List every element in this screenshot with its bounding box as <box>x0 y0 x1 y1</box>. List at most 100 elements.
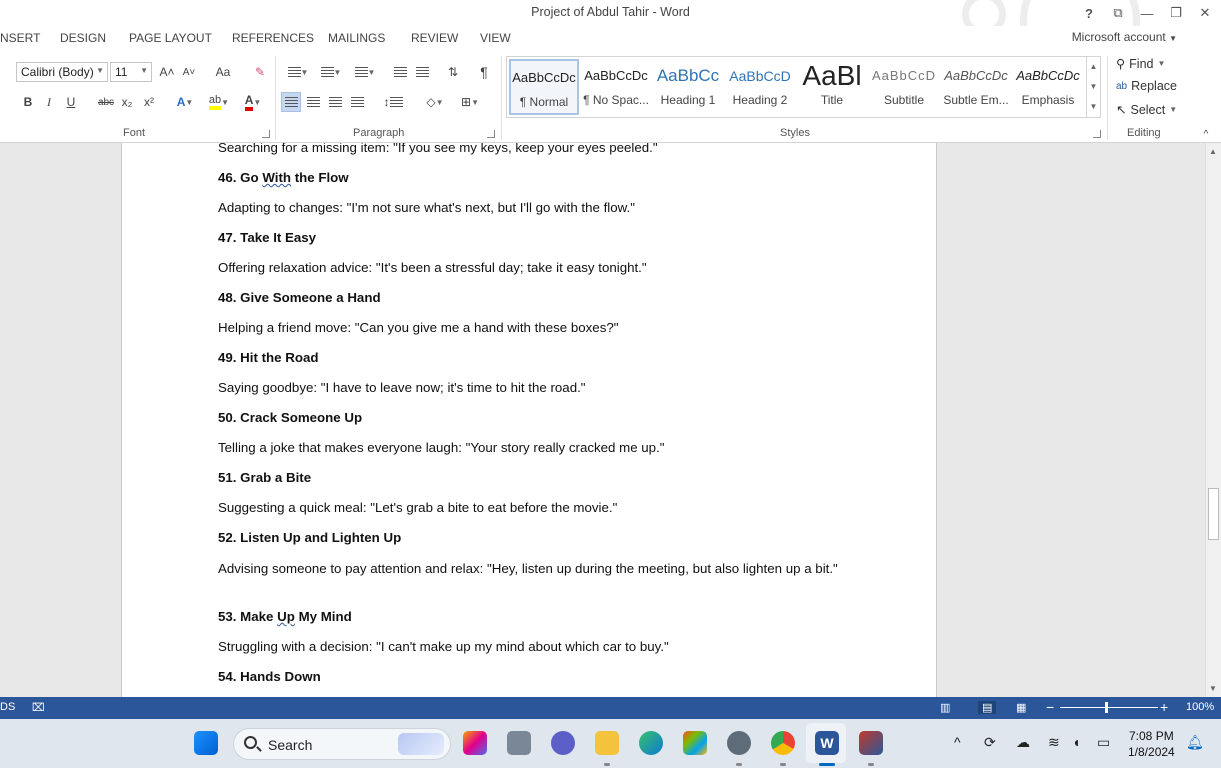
multilevel-list-icon[interactable]: ▼ <box>350 62 380 82</box>
numbering-icon[interactable]: ▼ <box>316 62 346 82</box>
highlight-color-icon[interactable]: ab ▼ <box>203 92 235 112</box>
body-paragraph[interactable]: Suggesting a quick meal: "Let's grab a b… <box>218 499 838 517</box>
body-paragraph[interactable]: Struggling with a decision: "I can't mak… <box>218 638 838 656</box>
copilot-icon[interactable] <box>463 731 487 755</box>
superscript-button[interactable]: x² <box>141 92 157 112</box>
notification-bell-icon[interactable]: 🔔︎ <box>1186 734 1204 751</box>
more-styles-icon[interactable]: ▼ <box>1087 97 1100 117</box>
increase-indent-icon[interactable] <box>413 62 431 82</box>
scroll-up-icon[interactable]: ▲ <box>1209 147 1217 156</box>
paragraph-dialog-launcher-icon[interactable] <box>487 130 495 138</box>
replace-button[interactable]: ab Replace <box>1116 79 1177 93</box>
align-left-icon[interactable] <box>281 92 301 112</box>
justify-icon[interactable] <box>347 92 367 112</box>
heading-paragraph[interactable]: 53. Make Up My Mind <box>218 608 838 626</box>
document-page[interactable]: Searching for a missing item: "If you se… <box>121 143 937 697</box>
font-name-combo[interactable]: Calibri (Body) ▼ <box>16 62 108 82</box>
scroll-down-icon[interactable]: ▼ <box>1209 684 1217 693</box>
text-effects-icon[interactable]: A ▼ <box>172 92 198 112</box>
heading-paragraph[interactable]: 49. Hit the Road <box>218 349 838 367</box>
zoom-slider-thumb[interactable] <box>1105 702 1108 713</box>
help-button[interactable]: ? <box>1075 2 1103 24</box>
tab-insert[interactable]: NSERT <box>0 31 40 45</box>
change-case-button[interactable]: Aa <box>208 62 238 82</box>
font-color-icon[interactable]: A ▼ <box>238 92 268 112</box>
chevron-down-icon[interactable]: ▼ <box>1087 77 1100 97</box>
scroll-thumb[interactable] <box>1208 488 1219 540</box>
bullets-icon[interactable]: ▼ <box>283 62 313 82</box>
tab-view[interactable]: VIEW <box>480 31 511 45</box>
heading-paragraph[interactable]: 51. Grab a Bite <box>218 469 838 487</box>
volume-icon[interactable]: ◖ <box>1072 734 1080 750</box>
sort-icon[interactable]: ⇅ <box>443 62 463 82</box>
heading-paragraph[interactable]: 48. Give Someone a Hand <box>218 289 838 307</box>
tab-page-layout[interactable]: PAGE LAYOUT <box>129 31 212 45</box>
underline-button[interactable]: U <box>63 92 79 112</box>
style-heading-1[interactable]: AaBbCc Heading 1 <box>653 59 723 115</box>
italic-button[interactable]: I <box>41 92 57 112</box>
shading-icon[interactable]: ◇ ▼ <box>420 92 450 112</box>
shrink-font-button[interactable]: A˅ <box>180 62 198 82</box>
clear-formatting-icon[interactable]: ✎ <box>250 62 270 82</box>
strikethrough-button[interactable]: abc <box>96 92 116 112</box>
wifi-icon[interactable]: ≋ <box>1048 734 1060 751</box>
zoom-level[interactable]: 100% <box>1186 701 1214 713</box>
taskbar-search[interactable]: Search <box>233 728 451 760</box>
styles-dialog-launcher-icon[interactable] <box>1093 130 1101 138</box>
heading-paragraph[interactable]: 50. Crack Someone Up <box>218 409 838 427</box>
store-icon[interactable] <box>683 731 707 755</box>
chevron-up-icon[interactable]: ▲ <box>1087 57 1100 77</box>
heading-paragraph[interactable]: 54. Hands Down <box>218 668 838 686</box>
body-paragraph[interactable]: Helping a friend move: "Can you give me … <box>218 319 838 337</box>
body-paragraph[interactable]: Saying goodbye: "I have to leave now; it… <box>218 379 838 397</box>
read-mode-icon[interactable]: ▥ <box>940 701 950 714</box>
zoom-in-icon[interactable]: + <box>1160 699 1168 715</box>
chat-icon[interactable] <box>551 731 575 755</box>
zoom-slider[interactable] <box>1060 707 1158 708</box>
styles-gallery-scroll[interactable]: ▲ ▼ ▼ <box>1086 57 1100 117</box>
font-size-combo[interactable]: 11 ▼ <box>110 62 152 82</box>
line-spacing-icon[interactable]: ↕ <box>378 92 408 112</box>
chrome-icon[interactable] <box>771 731 795 755</box>
collapse-ribbon-icon[interactable]: ^ <box>1198 124 1214 144</box>
proofing-icon[interactable]: ⌧ <box>32 701 45 714</box>
body-paragraph[interactable]: Offering relaxation advice: "It's been a… <box>218 259 838 277</box>
decrease-indent-icon[interactable] <box>391 62 409 82</box>
windows-start-icon[interactable] <box>194 731 218 755</box>
align-right-icon[interactable] <box>325 92 345 112</box>
show-hidden-icons-chevron-icon[interactable]: ^ <box>954 734 961 750</box>
style-subtitle[interactable]: AaBbCcD Subtitle <box>869 59 939 115</box>
style-subtle-emphasis[interactable]: AaBbCcDc Subtle Em... <box>941 59 1011 115</box>
subscript-button[interactable]: x₂ <box>119 92 135 112</box>
style-normal[interactable]: AaBbCcDc ¶ Normal <box>509 59 579 115</box>
style-heading-2[interactable]: AaBbCcD Heading 2 <box>725 59 795 115</box>
style-title[interactable]: AaBl Title <box>797 59 867 115</box>
zoom-out-icon[interactable]: − <box>1046 699 1054 715</box>
web-layout-icon[interactable]: ▦ <box>1016 701 1026 714</box>
onedrive-cloud-icon[interactable]: ☁ <box>1016 734 1030 751</box>
document-area[interactable]: Searching for a missing item: "If you se… <box>0 143 1205 697</box>
body-paragraph[interactable]: Advising someone to pay attention and re… <box>218 560 838 578</box>
bold-button[interactable]: B <box>20 92 36 112</box>
minimize-button[interactable]: — <box>1133 2 1161 24</box>
word-icon[interactable]: W <box>815 731 839 755</box>
tab-mailings[interactable]: MAILINGS <box>328 31 385 45</box>
heading-paragraph[interactable]: 47. Take It Easy <box>218 229 838 247</box>
battery-icon[interactable]: ▭ <box>1097 734 1110 751</box>
select-button[interactable]: ↖ Select ▼ <box>1116 102 1177 118</box>
body-paragraph[interactable]: Adapting to changes: "I'm not sure what'… <box>218 199 838 217</box>
file-explorer-icon[interactable] <box>595 731 619 755</box>
edge-icon[interactable] <box>639 731 663 755</box>
account-menu[interactable]: Microsoft account ▼ <box>1072 30 1177 44</box>
vertical-scrollbar[interactable]: ▲ ▼ <box>1205 143 1221 697</box>
body-paragraph[interactable]: Searching for a missing item: "If you se… <box>218 143 838 157</box>
style-no-spacing[interactable]: AaBbCcDc ¶ No Spac... <box>581 59 651 115</box>
restore-button[interactable]: ❐ <box>1162 2 1190 24</box>
grow-font-button[interactable]: A˄ <box>158 62 176 82</box>
align-center-icon[interactable] <box>303 92 323 112</box>
heading-paragraph[interactable]: 46. Go With the Flow <box>218 169 838 187</box>
font-dialog-launcher-icon[interactable] <box>262 130 270 138</box>
find-button[interactable]: ⚲ Find ▼ <box>1116 56 1165 72</box>
sync-icon[interactable]: ⟳ <box>984 734 996 751</box>
borders-icon[interactable]: ⊞ ▼ <box>455 92 485 112</box>
